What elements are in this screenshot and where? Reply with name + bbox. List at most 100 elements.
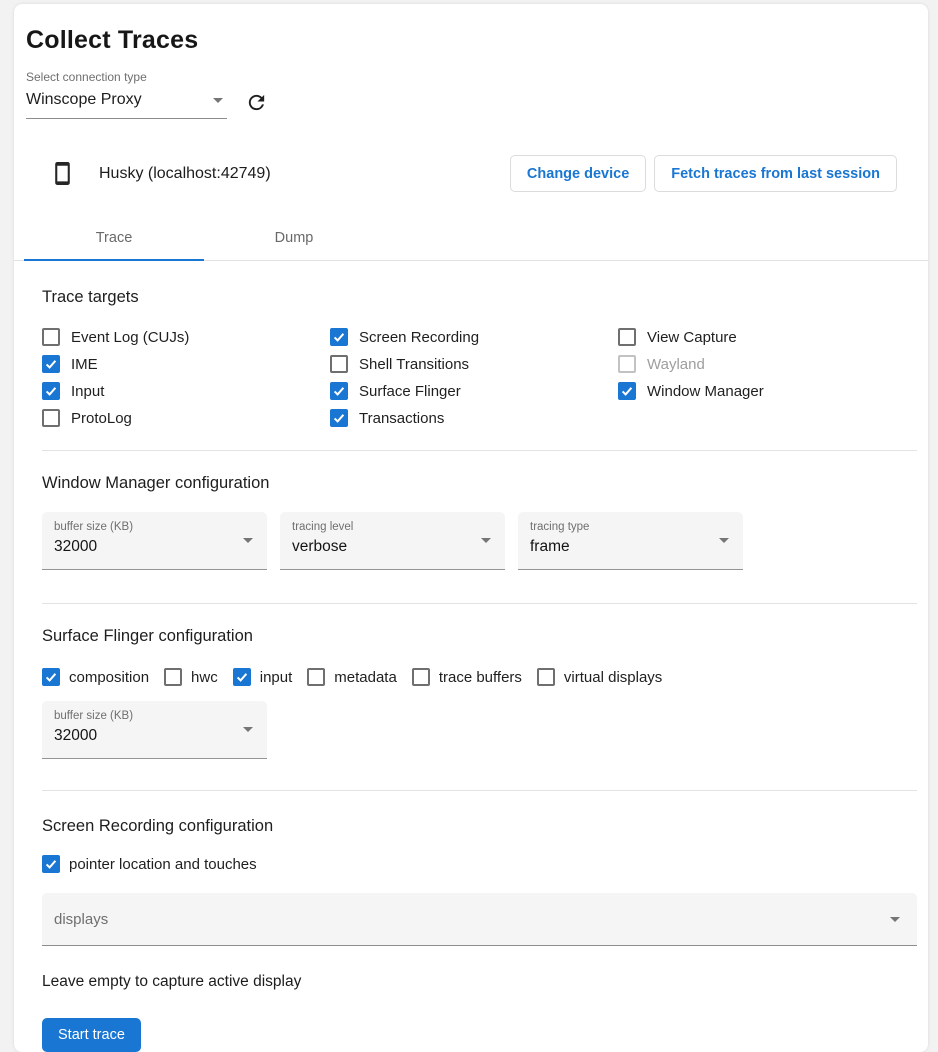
chevron-down-icon: [213, 98, 223, 103]
active-tab-indicator: [24, 259, 204, 261]
checkbox-virtual-displays[interactable]: virtual displays: [537, 668, 662, 686]
checked-checkbox-icon: [618, 382, 636, 400]
window-manager-config-section: Window Manager configuration buffer size…: [14, 474, 928, 570]
checkbox-label: virtual displays: [564, 669, 662, 686]
checkbox-transactions[interactable]: Transactions: [330, 409, 618, 427]
displays-hint: Leave empty to capture active display: [42, 973, 917, 991]
checkbox-label: ProtoLog: [71, 410, 132, 427]
checked-checkbox-icon: [42, 382, 60, 400]
checkbox-label: Shell Transitions: [359, 356, 469, 373]
checkbox-ime[interactable]: IME: [42, 355, 330, 373]
select-value: frame: [530, 538, 707, 556]
section-divider: [42, 603, 917, 604]
trace-targets-col-2: Screen Recording Shell Transitions Surface…: [330, 328, 618, 427]
surface-flinger-config-section: Surface Flinger configuration compositio…: [14, 627, 928, 759]
checkbox-screen-recording[interactable]: Screen Recording: [330, 328, 618, 346]
trace-targets-heading: Trace targets: [42, 288, 917, 307]
checkbox-label: composition: [69, 669, 149, 686]
select-label: tracing type: [530, 521, 707, 533]
window-manager-config-heading: Window Manager configuration: [42, 474, 917, 493]
unchecked-checkbox-icon: [42, 409, 60, 427]
select-value: 32000: [54, 538, 231, 556]
checkbox-label: Transactions: [359, 410, 444, 427]
select-tracing-type[interactable]: tracing type frame: [518, 512, 743, 570]
change-device-button[interactable]: Change device: [510, 155, 646, 192]
checkbox-wayland: Wayland: [618, 355, 764, 373]
surface-flinger-selects: buffer size (KB)32000: [42, 701, 917, 759]
screen-recording-config-heading: Screen Recording configuration: [42, 817, 917, 836]
connection-type-label: Select connection type: [26, 70, 916, 84]
checkbox-window-manager[interactable]: Window Manager: [618, 382, 764, 400]
checked-checkbox-icon: [233, 668, 251, 686]
connection-row: Winscope Proxy: [26, 89, 916, 119]
connection-type-value: Winscope Proxy: [26, 91, 142, 109]
device-name: Husky (localhost:42749): [99, 165, 271, 183]
select-buffer-size-kb[interactable]: buffer size (KB)32000: [42, 701, 267, 759]
checkbox-composition[interactable]: composition: [42, 668, 149, 686]
section-divider: [42, 790, 917, 791]
chevron-down-icon: [243, 727, 253, 732]
chevron-down-icon: [890, 917, 900, 922]
unchecked-checkbox-icon: [42, 328, 60, 346]
chevron-down-icon: [481, 538, 491, 543]
checkbox-label: Screen Recording: [359, 329, 479, 346]
select-label: buffer size (KB): [54, 521, 231, 533]
select-label: tracing level: [292, 521, 469, 533]
unchecked-checkbox-icon: [412, 668, 430, 686]
checkbox-label: Event Log (CUJs): [71, 329, 189, 346]
displays-select-placeholder: displays: [54, 911, 108, 928]
tab-trace[interactable]: Trace: [24, 216, 204, 260]
checkbox-label: pointer location and touches: [69, 856, 257, 873]
chevron-down-icon: [719, 538, 729, 543]
checked-checkbox-icon: [330, 328, 348, 346]
tab-dump[interactable]: Dump: [204, 216, 384, 260]
screen-recording-flags: pointer location and touches: [42, 855, 917, 873]
checkbox-label: trace buffers: [439, 669, 522, 686]
select-label: buffer size (KB): [54, 710, 231, 722]
refresh-connection-button[interactable]: [245, 91, 268, 117]
checked-checkbox-icon: [42, 668, 60, 686]
displays-select[interactable]: displays: [42, 893, 917, 946]
surface-flinger-flags: composition hwc input metadata trace buffers…: [42, 668, 917, 686]
screen-recording-config-section: Screen Recording configuration pointer l…: [14, 817, 928, 1052]
page-title: Collect Traces: [26, 26, 916, 55]
unchecked-checkbox-icon: [330, 355, 348, 373]
checkbox-shell-transitions[interactable]: Shell Transitions: [330, 355, 618, 373]
checkbox-input[interactable]: Input: [42, 382, 330, 400]
checkbox-label: Input: [71, 383, 104, 400]
checkbox-view-capture[interactable]: View Capture: [618, 328, 764, 346]
trace-targets-col-3: View Capture Wayland Window Manager: [618, 328, 764, 427]
checkbox-input[interactable]: input: [233, 668, 293, 686]
checkbox-event-log-cujs[interactable]: Event Log (CUJs): [42, 328, 330, 346]
checkbox-trace-buffers[interactable]: trace buffers: [412, 668, 522, 686]
connection-type-select[interactable]: Winscope Proxy: [26, 89, 227, 119]
select-value: verbose: [292, 538, 469, 556]
checkbox-label: Surface Flinger: [359, 383, 461, 400]
device-buttons: Change device Fetch traces from last ses…: [510, 155, 897, 192]
checkbox-label: Window Manager: [647, 383, 764, 400]
fetch-traces-button[interactable]: Fetch traces from last session: [654, 155, 897, 192]
unchecked-checkbox-icon: [618, 328, 636, 346]
checked-checkbox-icon: [330, 409, 348, 427]
checkbox-label: hwc: [191, 669, 218, 686]
checkbox-pointer-location-and-touches[interactable]: pointer location and touches: [42, 855, 257, 873]
select-buffer-size-kb[interactable]: buffer size (KB) 32000: [42, 512, 267, 570]
checkbox-hwc[interactable]: hwc: [164, 668, 218, 686]
unchecked-checkbox-icon: [307, 668, 325, 686]
checkbox-surface-flinger[interactable]: Surface Flinger: [330, 382, 618, 400]
checkbox-metadata[interactable]: metadata: [307, 668, 397, 686]
refresh-icon: [245, 91, 268, 117]
device-row: Husky (localhost:42749) Change device Fe…: [14, 155, 928, 192]
checked-checkbox-icon: [42, 855, 60, 873]
window-manager-selects: buffer size (KB) 32000 tracing level verbos…: [42, 512, 917, 570]
checkbox-label: View Capture: [647, 329, 737, 346]
checkbox-label: input: [260, 669, 293, 686]
unchecked-checkbox-icon: [618, 355, 636, 373]
select-tracing-level[interactable]: tracing level verbose: [280, 512, 505, 570]
checkbox-protolog[interactable]: ProtoLog: [42, 409, 330, 427]
section-divider: [42, 450, 917, 451]
trace-targets-section: Trace targets Event Log (CUJs) IME Input Pr…: [14, 288, 928, 427]
start-trace-button[interactable]: Start trace: [42, 1018, 141, 1052]
unchecked-checkbox-icon: [164, 668, 182, 686]
trace-targets-col-1: Event Log (CUJs) IME Input ProtoLog: [42, 328, 330, 427]
